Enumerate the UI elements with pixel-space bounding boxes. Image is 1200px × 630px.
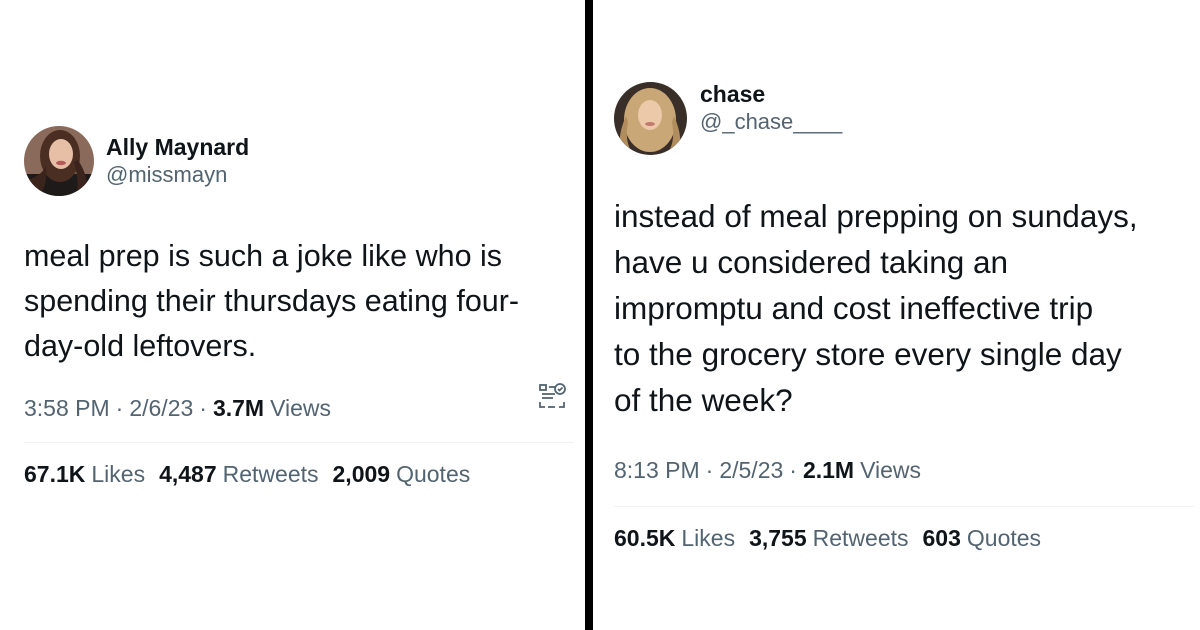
retweets-label: Retweets bbox=[812, 525, 909, 551]
views-label: Views bbox=[270, 395, 332, 421]
quotes-count: 603 bbox=[922, 525, 961, 551]
views-label: Views bbox=[860, 457, 922, 483]
tweet-meta-row: 3:58 PM · 2/6/23 · 3.7M Views bbox=[24, 369, 574, 422]
avatar-photo bbox=[24, 126, 94, 196]
retweets-count: 4,487 bbox=[159, 461, 217, 487]
user-handle[interactable]: @missmayn bbox=[106, 161, 249, 189]
user-names: chase @_chase____ bbox=[700, 80, 842, 136]
likes-count: 60.5K bbox=[614, 525, 676, 551]
display-name[interactable]: Ally Maynard bbox=[106, 133, 249, 161]
avatar-photo bbox=[614, 82, 687, 155]
tweet-time[interactable]: 3:58 PM bbox=[24, 395, 110, 422]
likes-label: Likes bbox=[91, 461, 146, 487]
meme-canvas: Ally Maynard @missmayn meal prep is such… bbox=[0, 0, 1200, 630]
tweet-divider bbox=[24, 442, 574, 443]
views-count: 3.7M bbox=[212, 395, 265, 421]
views-count: 2.1M bbox=[802, 457, 855, 483]
avatar[interactable] bbox=[614, 82, 687, 155]
quotes-stat[interactable]: 2,009 Quotes bbox=[333, 461, 471, 488]
retweets-label: Retweets bbox=[222, 461, 319, 487]
likes-label: Likes bbox=[681, 525, 736, 551]
likes-count: 67.1K bbox=[24, 461, 86, 487]
tweet-header: chase @_chase____ bbox=[614, 80, 1194, 155]
quotes-stat[interactable]: 603 Quotes bbox=[923, 525, 1042, 552]
tweet-text: instead of meal prepping on sundays, hav… bbox=[614, 198, 1138, 418]
display-name[interactable]: chase bbox=[700, 80, 842, 108]
meta-separator: · bbox=[789, 457, 797, 483]
quotes-label: Quotes bbox=[396, 461, 471, 487]
meta-separator: · bbox=[705, 457, 714, 483]
tweet-date[interactable]: 2/6/23 bbox=[129, 395, 193, 422]
retweets-count: 3,755 bbox=[749, 525, 807, 551]
qr-code-icon[interactable] bbox=[538, 382, 566, 410]
quotes-count: 2,009 bbox=[332, 461, 391, 487]
likes-stat[interactable]: 67.1K Likes bbox=[24, 461, 145, 488]
tweet-divider bbox=[614, 506, 1194, 507]
user-names: Ally Maynard @missmayn bbox=[106, 133, 249, 189]
tweet-meta: 8:13 PM · 2/5/23 · 2.1M Views bbox=[614, 457, 1194, 484]
tweet-stats: 60.5K Likes 3,755 Retweets 603 Quotes bbox=[614, 525, 1194, 552]
meta-separator: · bbox=[115, 395, 124, 421]
retweets-stat[interactable]: 4,487 Retweets bbox=[159, 461, 318, 488]
tweet-time[interactable]: 8:13 PM bbox=[614, 457, 700, 484]
retweets-stat[interactable]: 3,755 Retweets bbox=[749, 525, 908, 552]
user-handle[interactable]: @_chase____ bbox=[700, 108, 842, 136]
tweet-date[interactable]: 2/5/23 bbox=[719, 457, 783, 484]
quotes-label: Quotes bbox=[966, 525, 1042, 551]
tweet-card-right: chase @_chase____ instead of meal preppi… bbox=[614, 80, 1194, 552]
avatar[interactable] bbox=[24, 126, 94, 196]
tweet-meta: 3:58 PM · 2/6/23 · 3.7M Views bbox=[24, 395, 331, 422]
tweet-card-left: Ally Maynard @missmayn meal prep is such… bbox=[24, 126, 574, 488]
center-divider bbox=[585, 0, 593, 630]
tweet-stats: 67.1K Likes 4,487 Retweets 2,009 Quotes bbox=[24, 461, 574, 488]
tweet-header: Ally Maynard @missmayn bbox=[24, 126, 574, 196]
meta-separator: · bbox=[199, 395, 207, 421]
likes-stat[interactable]: 60.5K Likes bbox=[614, 525, 735, 552]
tweet-text: meal prep is such a joke like who is spe… bbox=[24, 239, 520, 363]
